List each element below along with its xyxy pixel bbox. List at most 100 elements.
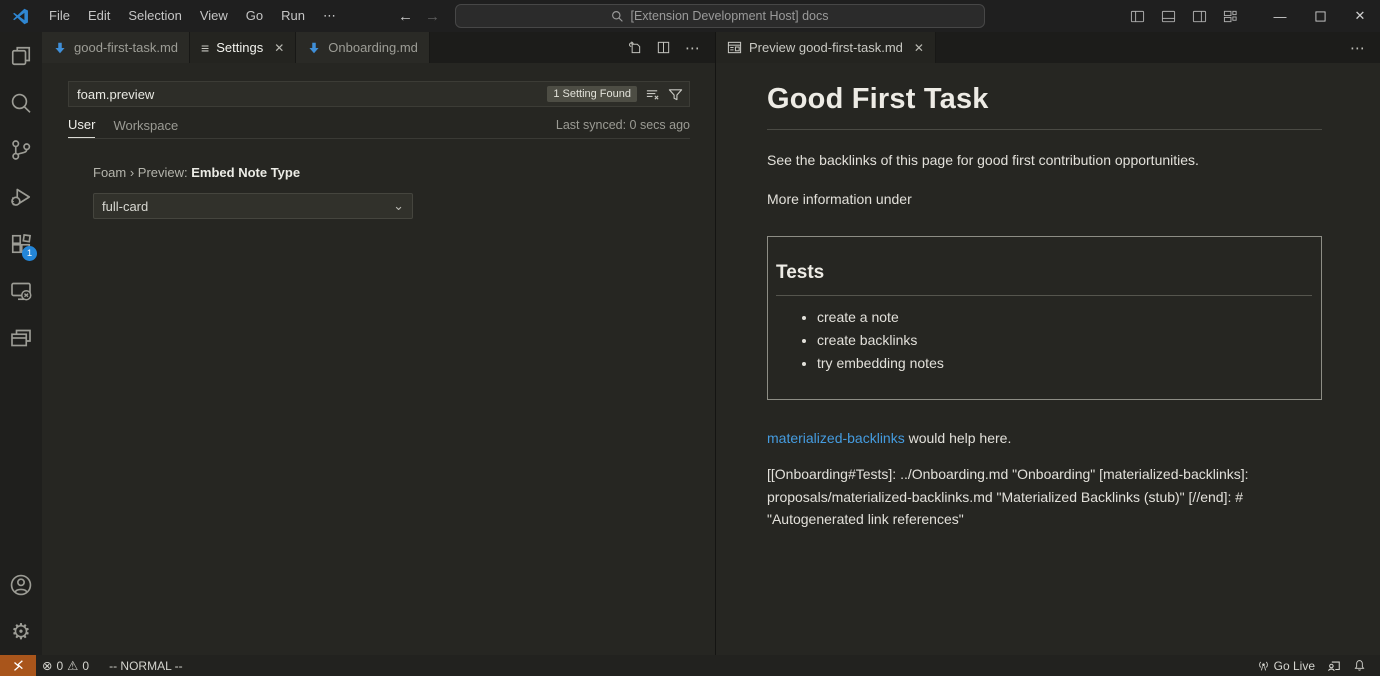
feedback-button[interactable] xyxy=(1321,655,1347,676)
menu-go[interactable]: Go xyxy=(237,0,272,32)
status-bar: ⊗ 0 ⚠ 0 -- NORMAL -- Go Live xyxy=(0,655,1380,676)
setting-title: Foam › Preview: Embed Note Type xyxy=(93,165,715,180)
activity-remote-explorer[interactable] xyxy=(0,267,42,314)
menu-selection[interactable]: Selection xyxy=(119,0,190,32)
last-synced-label: Last synced: 0 secs ago xyxy=(556,118,690,137)
account-icon xyxy=(9,573,33,597)
more-actions-icon[interactable]: ⋯ xyxy=(1350,39,1366,57)
materialized-backlinks-link[interactable]: materialized-backlinks xyxy=(767,430,905,446)
gear-icon: ⚙ xyxy=(11,621,31,643)
tab-good-first-task[interactable]: good-first-task.md xyxy=(42,32,190,63)
menu-overflow-icon[interactable]: ⋯ xyxy=(314,8,345,24)
setting-label: Embed Note Type xyxy=(191,165,300,180)
source-control-icon xyxy=(9,138,33,162)
toggle-primary-sidebar-icon[interactable] xyxy=(1130,9,1145,24)
extensions-badge: 1 xyxy=(22,246,37,261)
toggle-secondary-sidebar-icon[interactable] xyxy=(1192,9,1207,24)
settings-result-count-badge: 1 Setting Found xyxy=(547,86,637,102)
go-live-button[interactable]: Go Live xyxy=(1251,655,1321,676)
feedback-icon xyxy=(1327,659,1341,673)
markdown-preview-icon xyxy=(727,40,742,55)
activity-extensions[interactable]: 1 xyxy=(0,220,42,267)
embed-note-type-dropdown[interactable]: full-card ⌄ xyxy=(93,193,413,219)
close-window-button[interactable]: ✕ xyxy=(1340,0,1380,32)
settings-divider xyxy=(68,138,690,139)
vim-mode-indicator[interactable]: -- NORMAL -- xyxy=(103,655,189,676)
tab-label: Onboarding.md xyxy=(328,40,418,55)
preview-link-paragraph: materialized-backlinks would help here. xyxy=(767,430,1322,446)
settings-search-input[interactable] xyxy=(69,87,547,102)
menu-view[interactable]: View xyxy=(191,0,237,32)
list-item: create backlinks xyxy=(817,333,1312,348)
preview-paragraph: More information under xyxy=(767,189,1322,210)
menu-file[interactable]: File xyxy=(40,0,79,32)
command-center-label: [Extension Development Host] docs xyxy=(630,9,828,23)
remote-indicator[interactable] xyxy=(0,655,36,676)
tab-preview-good-first-task[interactable]: Preview good-first-task.md ✕ xyxy=(716,32,936,63)
embedded-note-title: Tests xyxy=(776,262,1312,284)
warning-count: 0 xyxy=(82,659,89,673)
scope-tab-user[interactable]: User xyxy=(68,117,95,138)
editor-actions-right: ⋯ xyxy=(1336,32,1380,63)
tab-label: good-first-task.md xyxy=(74,40,178,55)
error-icon: ⊗ xyxy=(42,658,52,673)
more-actions-icon[interactable]: ⋯ xyxy=(685,39,701,57)
settings-editor-icon: ≡ xyxy=(201,40,209,56)
menu-bar: File Edit Selection View Go Run ⋯ xyxy=(40,0,345,32)
editor-actions-left: ⋯ xyxy=(613,32,715,63)
close-tab-icon[interactable]: ✕ xyxy=(274,41,284,55)
files-icon xyxy=(9,44,33,68)
stacked-windows-icon xyxy=(9,326,33,350)
setting-row-embed-note-type: Foam › Preview: Embed Note Type full-car… xyxy=(93,165,715,219)
link-references-paragraph: [[Onboarding#Tests]: ../Onboarding.md "O… xyxy=(767,463,1322,531)
clear-settings-search-icon[interactable] xyxy=(645,87,660,102)
command-center-search[interactable]: [Extension Development Host] docs xyxy=(455,4,985,28)
tab-settings[interactable]: ≡ Settings ✕ xyxy=(190,32,296,63)
tab-onboarding[interactable]: Onboarding.md xyxy=(296,32,430,63)
filter-settings-icon[interactable] xyxy=(668,87,683,102)
minimize-button[interactable]: — xyxy=(1260,0,1300,32)
link-suffix-text: would help here. xyxy=(905,430,1012,446)
open-settings-json-icon[interactable] xyxy=(627,40,642,55)
activity-explorer[interactable] xyxy=(0,32,42,79)
activity-settings[interactable]: ⚙ xyxy=(0,608,42,655)
activity-windows[interactable] xyxy=(0,314,42,361)
scope-tab-workspace[interactable]: Workspace xyxy=(113,118,178,138)
notifications-button[interactable] xyxy=(1347,655,1372,676)
maximize-icon xyxy=(1315,11,1326,22)
dropdown-value: full-card xyxy=(102,199,148,214)
tab-label: Preview good-first-task.md xyxy=(749,40,903,55)
markdown-file-icon xyxy=(307,41,321,55)
tab-bar-right: Preview good-first-task.md ✕ ⋯ xyxy=(716,32,1380,63)
search-icon xyxy=(611,10,624,23)
split-editor-icon[interactable] xyxy=(656,40,671,55)
status-bar-right: Go Live xyxy=(1251,655,1380,676)
embedded-note-card: Tests create a note create backlinks try… xyxy=(767,236,1322,400)
vscode-window: File Edit Selection View Go Run ⋯ ← → [E… xyxy=(0,0,1380,676)
close-tab-icon[interactable]: ✕ xyxy=(914,41,924,55)
go-live-label: Go Live xyxy=(1274,659,1315,673)
error-count: 0 xyxy=(56,659,63,673)
menu-run[interactable]: Run xyxy=(272,0,314,32)
activity-bar: 1 xyxy=(0,32,42,655)
chevron-down-icon: ⌄ xyxy=(393,198,404,214)
back-icon[interactable]: ← xyxy=(398,8,413,25)
activity-search[interactable] xyxy=(0,79,42,126)
remote-explorer-icon xyxy=(9,279,33,303)
menu-edit[interactable]: Edit xyxy=(79,0,119,32)
toggle-panel-icon[interactable] xyxy=(1161,9,1176,24)
setting-category: Foam › Preview: xyxy=(93,165,191,180)
activity-run-debug[interactable] xyxy=(0,173,42,220)
problems-indicator[interactable]: ⊗ 0 ⚠ 0 xyxy=(36,655,95,676)
maximize-button[interactable] xyxy=(1300,0,1340,32)
markdown-file-icon xyxy=(53,41,67,55)
activity-source-control[interactable] xyxy=(0,126,42,173)
embedded-note-rule xyxy=(776,295,1312,296)
search-icon xyxy=(9,91,33,115)
forward-icon[interactable]: → xyxy=(425,8,440,25)
heading-rule xyxy=(767,129,1322,130)
customize-layout-icon[interactable] xyxy=(1223,9,1238,24)
activity-accounts[interactable] xyxy=(0,561,42,608)
editor-group-left: good-first-task.md ≡ Settings ✕ Onboardi… xyxy=(42,32,716,655)
settings-editor: 1 Setting Found User xyxy=(42,63,715,655)
